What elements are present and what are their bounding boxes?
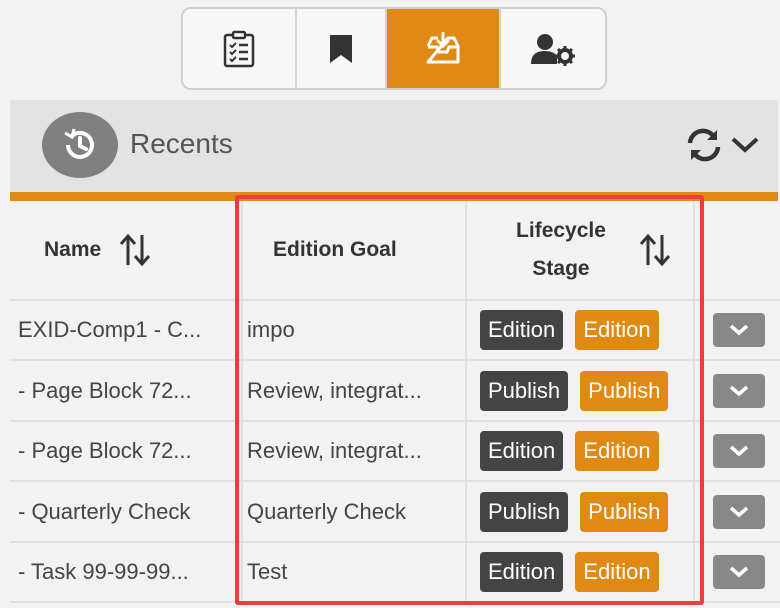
table-row[interactable]: - Page Block 72... Review, integrat... P… bbox=[10, 361, 780, 422]
stage-status-badge: Edition bbox=[575, 431, 659, 471]
sort-icon[interactable] bbox=[119, 233, 151, 267]
name-column-header[interactable]: Name bbox=[10, 201, 243, 299]
row-actions-cell bbox=[695, 301, 780, 359]
stage-status-badge: Edition bbox=[575, 552, 659, 592]
table-row[interactable]: EXID-Comp1 - C... impo Edition Edition bbox=[10, 301, 780, 361]
stage-badge: Edition bbox=[480, 552, 564, 592]
table-row[interactable]: - Page Block 72... Review, integrat... E… bbox=[10, 422, 780, 482]
table-row[interactable]: - Task 99-99-99... Test Edition Edition bbox=[10, 543, 780, 603]
lifecycle-stage-cell: Publish Publish bbox=[467, 482, 695, 541]
edition-goal-cell: impo bbox=[243, 301, 467, 359]
lifecycle-stage-cell: Edition Edition bbox=[467, 422, 695, 480]
actions-column-header bbox=[695, 201, 780, 299]
sort-icon[interactable] bbox=[639, 233, 671, 267]
row-menu-button[interactable] bbox=[713, 434, 765, 468]
stage-status-badge: Publish bbox=[580, 370, 669, 411]
edition-goal-cell: Review, integrat... bbox=[243, 361, 467, 420]
user-settings-view-button[interactable] bbox=[501, 9, 605, 88]
name-header-label: Name bbox=[44, 238, 102, 261]
chevron-down-icon bbox=[729, 445, 749, 457]
row-menu-button[interactable] bbox=[713, 313, 765, 347]
stage-badge: Edition bbox=[480, 310, 564, 350]
history-icon bbox=[42, 112, 118, 178]
row-menu-button[interactable] bbox=[713, 494, 765, 529]
row-actions-cell bbox=[695, 543, 780, 601]
lifecycle-stage-cell: Edition Edition bbox=[467, 543, 695, 601]
user-settings-icon bbox=[531, 33, 575, 66]
name-cell[interactable]: - Page Block 72... bbox=[10, 361, 243, 420]
row-menu-button[interactable] bbox=[713, 555, 765, 589]
name-cell[interactable]: - Page Block 72... bbox=[10, 422, 243, 480]
bookmarks-view-button[interactable] bbox=[297, 9, 387, 88]
lifecycle-stage-header-label: Lifecycle Stage bbox=[501, 212, 621, 288]
table-header: Name Edition Goal Lifecycle Stage bbox=[10, 201, 780, 301]
row-menu-button[interactable] bbox=[713, 373, 765, 408]
stage-status-badge: Edition bbox=[575, 310, 659, 350]
stage-badge: Publish bbox=[480, 491, 569, 532]
edition-goal-cell: Test bbox=[243, 543, 467, 601]
view-toolbar bbox=[181, 7, 607, 90]
lifecycle-label-line2: Stage bbox=[532, 257, 590, 280]
recents-title: Recents bbox=[130, 128, 233, 159]
stage-badge: Publish bbox=[480, 370, 569, 411]
chevron-down-icon bbox=[729, 324, 749, 336]
name-cell[interactable]: EXID-Comp1 - C... bbox=[10, 301, 243, 359]
table-row[interactable]: - Quarterly Check Quarterly Check Publis… bbox=[10, 482, 780, 543]
inbox-download-icon bbox=[426, 31, 460, 63]
lifecycle-label-line1: Lifecycle bbox=[516, 219, 606, 242]
chevron-down-icon bbox=[729, 385, 749, 396]
stage-status-badge: Publish bbox=[580, 491, 669, 532]
tasks-view-button[interactable] bbox=[183, 9, 297, 88]
recents-header: Recents bbox=[10, 100, 778, 192]
edition-goal-cell: Quarterly Check bbox=[243, 482, 467, 541]
lifecycle-stage-cell: Edition Edition bbox=[467, 301, 695, 359]
lifecycle-stage-column-header[interactable]: Lifecycle Stage bbox=[467, 201, 695, 299]
inbox-view-button[interactable] bbox=[387, 9, 501, 88]
clipboard-checklist-icon bbox=[223, 30, 255, 67]
name-cell[interactable]: - Quarterly Check bbox=[10, 482, 243, 541]
name-cell[interactable]: - Task 99-99-99... bbox=[10, 543, 243, 601]
row-actions-cell bbox=[695, 361, 780, 420]
row-actions-cell bbox=[695, 482, 780, 541]
chevron-down-icon bbox=[729, 506, 749, 517]
edition-goal-cell: Review, integrat... bbox=[243, 422, 467, 480]
stage-badge: Edition bbox=[480, 431, 564, 471]
edition-goal-column-header[interactable]: Edition Goal bbox=[243, 201, 467, 299]
edition-goal-header-label: Edition Goal bbox=[273, 238, 397, 261]
chevron-down-icon[interactable] bbox=[730, 135, 760, 155]
recents-actions bbox=[686, 128, 760, 162]
row-actions-cell bbox=[695, 422, 780, 480]
accent-divider bbox=[10, 192, 778, 201]
refresh-icon[interactable] bbox=[686, 128, 722, 162]
lifecycle-stage-cell: Publish Publish bbox=[467, 361, 695, 420]
chevron-down-icon bbox=[729, 566, 749, 578]
bookmark-icon bbox=[330, 34, 352, 63]
